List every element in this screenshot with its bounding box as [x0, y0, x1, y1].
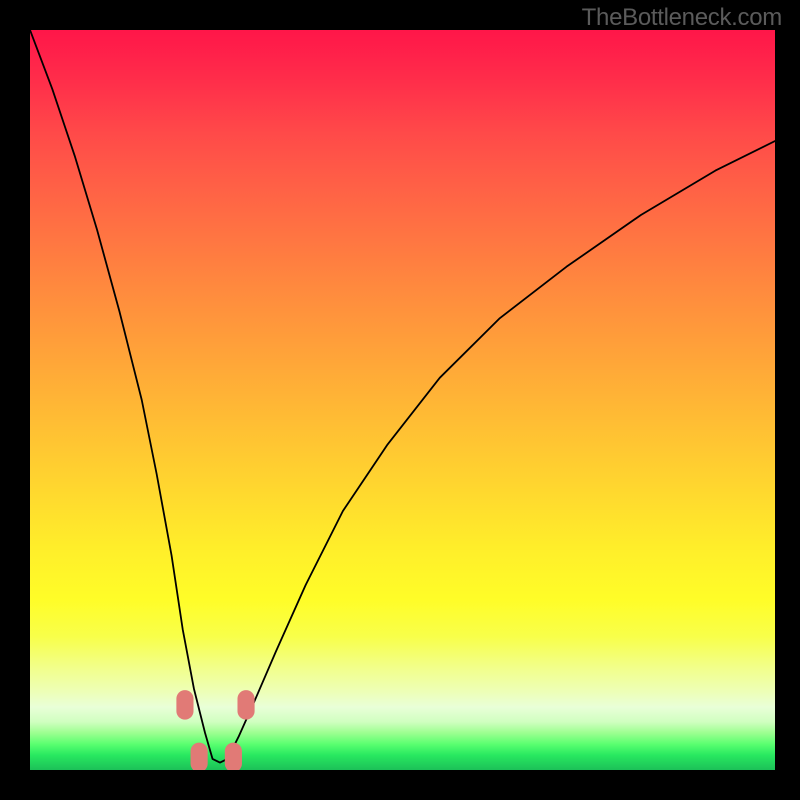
curve-marker: [191, 743, 208, 770]
plot-area: [30, 30, 775, 770]
marker-layer: [176, 690, 254, 770]
bottleneck-curve: [30, 30, 775, 763]
curve-layer: [30, 30, 775, 770]
chart-frame: TheBottleneck.com: [0, 0, 800, 800]
curve-marker: [237, 690, 254, 720]
curve-marker: [176, 690, 193, 720]
curve-marker: [225, 743, 242, 770]
watermark-text: TheBottleneck.com: [582, 4, 782, 32]
